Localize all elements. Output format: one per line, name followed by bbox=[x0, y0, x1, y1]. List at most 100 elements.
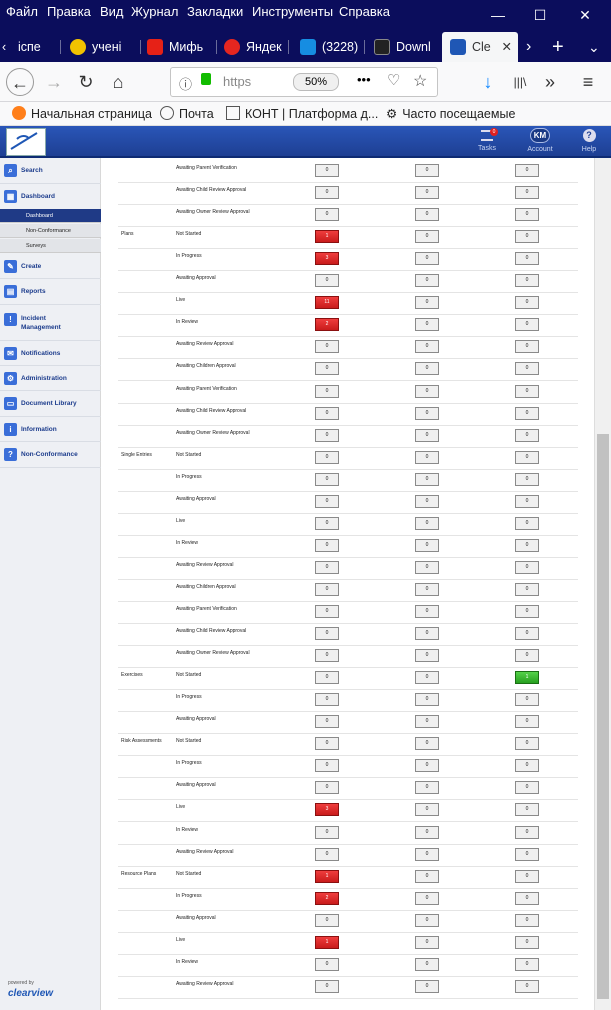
count-button[interactable]: 0 bbox=[415, 803, 439, 817]
url-text[interactable]: https bbox=[223, 74, 251, 89]
count-button[interactable]: 0 bbox=[315, 979, 339, 993]
count-button[interactable]: 0 bbox=[315, 957, 339, 971]
count-button[interactable]: 0 bbox=[315, 715, 339, 729]
scrollbar[interactable] bbox=[594, 158, 611, 1010]
count-button[interactable]: 0 bbox=[315, 649, 339, 663]
count-button[interactable]: 0 bbox=[315, 582, 339, 596]
tab-scroll-right[interactable]: › bbox=[526, 32, 542, 62]
count-button[interactable]: 0 bbox=[515, 538, 539, 552]
scrollbar-thumb[interactable] bbox=[597, 434, 609, 999]
count-button[interactable]: 0 bbox=[515, 296, 539, 310]
count-button[interactable]: 2 bbox=[315, 891, 339, 905]
count-button[interactable]: 0 bbox=[315, 671, 339, 685]
menu-history[interactable]: Журнал bbox=[131, 4, 178, 19]
count-button[interactable]: 0 bbox=[415, 516, 439, 530]
bookmark-star-icon[interactable]: ☆ bbox=[413, 71, 427, 91]
count-button[interactable]: 0 bbox=[415, 428, 439, 442]
count-button[interactable]: 0 bbox=[315, 913, 339, 927]
count-button[interactable]: 0 bbox=[515, 605, 539, 618]
sidebar-item-create[interactable]: ✎ Create bbox=[0, 254, 101, 279]
count-button[interactable]: 0 bbox=[315, 516, 339, 530]
count-button[interactable]: 0 bbox=[415, 208, 439, 222]
count-button[interactable]: 0 bbox=[515, 847, 539, 861]
tab-0[interactable]: іспе bbox=[18, 32, 58, 62]
count-button[interactable]: 0 bbox=[315, 627, 339, 641]
minimize-button[interactable]: — bbox=[478, 2, 518, 28]
bookmark-mail[interactable]: Почта bbox=[160, 106, 214, 121]
count-button[interactable]: 0 bbox=[315, 450, 339, 464]
account-button[interactable]: KM Account bbox=[522, 128, 558, 153]
menu-bookmarks[interactable]: Закладки bbox=[187, 4, 243, 19]
overflow-icon[interactable]: » bbox=[536, 68, 564, 96]
count-button[interactable]: 1 bbox=[315, 869, 339, 883]
count-button[interactable]: 0 bbox=[515, 803, 539, 817]
count-button[interactable]: 0 bbox=[515, 340, 539, 354]
count-button[interactable]: 0 bbox=[415, 186, 439, 200]
menu-help[interactable]: Справка bbox=[339, 4, 390, 19]
count-button[interactable]: 0 bbox=[415, 847, 439, 861]
count-button[interactable]: 0 bbox=[515, 935, 539, 949]
count-button[interactable]: 0 bbox=[415, 825, 439, 839]
count-button[interactable]: 0 bbox=[315, 781, 339, 795]
tab-6-active[interactable]: Cle ✕ bbox=[442, 32, 518, 62]
count-button[interactable]: 0 bbox=[515, 891, 539, 905]
sidebar-item-search[interactable]: ⌕ Search bbox=[0, 158, 101, 184]
sidebar-item-notifications[interactable]: ✉ Notifications bbox=[0, 341, 101, 366]
count-button[interactable]: 0 bbox=[415, 869, 439, 883]
count-button[interactable]: 0 bbox=[515, 825, 539, 839]
sidebar-item-reports[interactable]: ▤ Reports bbox=[0, 279, 101, 305]
count-button[interactable]: 0 bbox=[515, 737, 539, 751]
count-button[interactable]: 0 bbox=[515, 186, 539, 200]
count-button[interactable]: 0 bbox=[515, 428, 539, 442]
count-button[interactable]: 0 bbox=[415, 671, 439, 685]
count-button[interactable]: 0 bbox=[415, 582, 439, 596]
tab-4[interactable]: (3228) bbox=[300, 32, 362, 62]
bookmark-frequent[interactable]: ⚙ Часто посещаемые bbox=[386, 106, 515, 121]
count-button[interactable]: 0 bbox=[415, 318, 439, 332]
menu-view[interactable]: Вид bbox=[100, 4, 124, 19]
help-button[interactable]: ? Help bbox=[578, 128, 600, 153]
library-icon[interactable]: |||\ bbox=[506, 68, 534, 96]
count-button[interactable]: 0 bbox=[515, 318, 539, 332]
count-button[interactable]: 0 bbox=[415, 472, 439, 486]
tab-2[interactable]: Мифь bbox=[147, 32, 217, 62]
count-button[interactable]: 0 bbox=[415, 891, 439, 905]
count-button[interactable]: 0 bbox=[315, 208, 339, 222]
count-button[interactable]: 0 bbox=[315, 693, 339, 707]
sidebar-subitem-non-conformance[interactable]: Non-Conformance bbox=[0, 224, 101, 238]
count-button[interactable]: 3 bbox=[315, 803, 339, 817]
home-button[interactable]: ⌂ bbox=[104, 68, 132, 96]
count-button[interactable]: 0 bbox=[515, 759, 539, 773]
count-button[interactable]: 0 bbox=[515, 164, 539, 177]
count-button[interactable]: 0 bbox=[415, 759, 439, 773]
count-button[interactable]: 0 bbox=[515, 208, 539, 222]
sidebar-item-information[interactable]: i Information bbox=[0, 417, 101, 442]
count-button[interactable]: 0 bbox=[315, 164, 339, 177]
count-button[interactable]: 0 bbox=[315, 340, 339, 354]
count-button[interactable]: 0 bbox=[315, 384, 339, 398]
count-button[interactable]: 0 bbox=[415, 715, 439, 729]
menu-file[interactable]: Файл bbox=[6, 4, 38, 19]
count-button[interactable]: 0 bbox=[515, 274, 539, 288]
count-button[interactable]: 0 bbox=[415, 164, 439, 177]
url-bar[interactable]: ⓘ https 50% ••• ♡ ☆ bbox=[170, 67, 438, 97]
download-icon[interactable]: ↓ bbox=[474, 68, 502, 96]
count-button[interactable]: 0 bbox=[415, 494, 439, 508]
count-button[interactable]: 0 bbox=[515, 252, 539, 266]
tab-5[interactable]: Downl bbox=[374, 32, 438, 62]
count-button[interactable]: 0 bbox=[515, 715, 539, 729]
count-button[interactable]: 0 bbox=[415, 649, 439, 663]
count-button[interactable]: 11 bbox=[315, 296, 339, 310]
sidebar-item-document-library[interactable]: ▭ Document Library bbox=[0, 391, 101, 417]
count-button[interactable]: 0 bbox=[415, 979, 439, 993]
count-button[interactable]: 0 bbox=[315, 538, 339, 552]
count-button[interactable]: 0 bbox=[415, 693, 439, 707]
count-button[interactable]: 0 bbox=[515, 693, 539, 707]
count-button[interactable]: 0 bbox=[415, 340, 439, 354]
count-button[interactable]: 0 bbox=[415, 252, 439, 266]
count-button[interactable]: 0 bbox=[315, 274, 339, 288]
pocket-icon[interactable]: ♡ bbox=[387, 71, 400, 89]
count-button[interactable]: 0 bbox=[515, 649, 539, 663]
count-button[interactable]: 0 bbox=[315, 605, 339, 618]
count-button[interactable]: 0 bbox=[415, 384, 439, 398]
